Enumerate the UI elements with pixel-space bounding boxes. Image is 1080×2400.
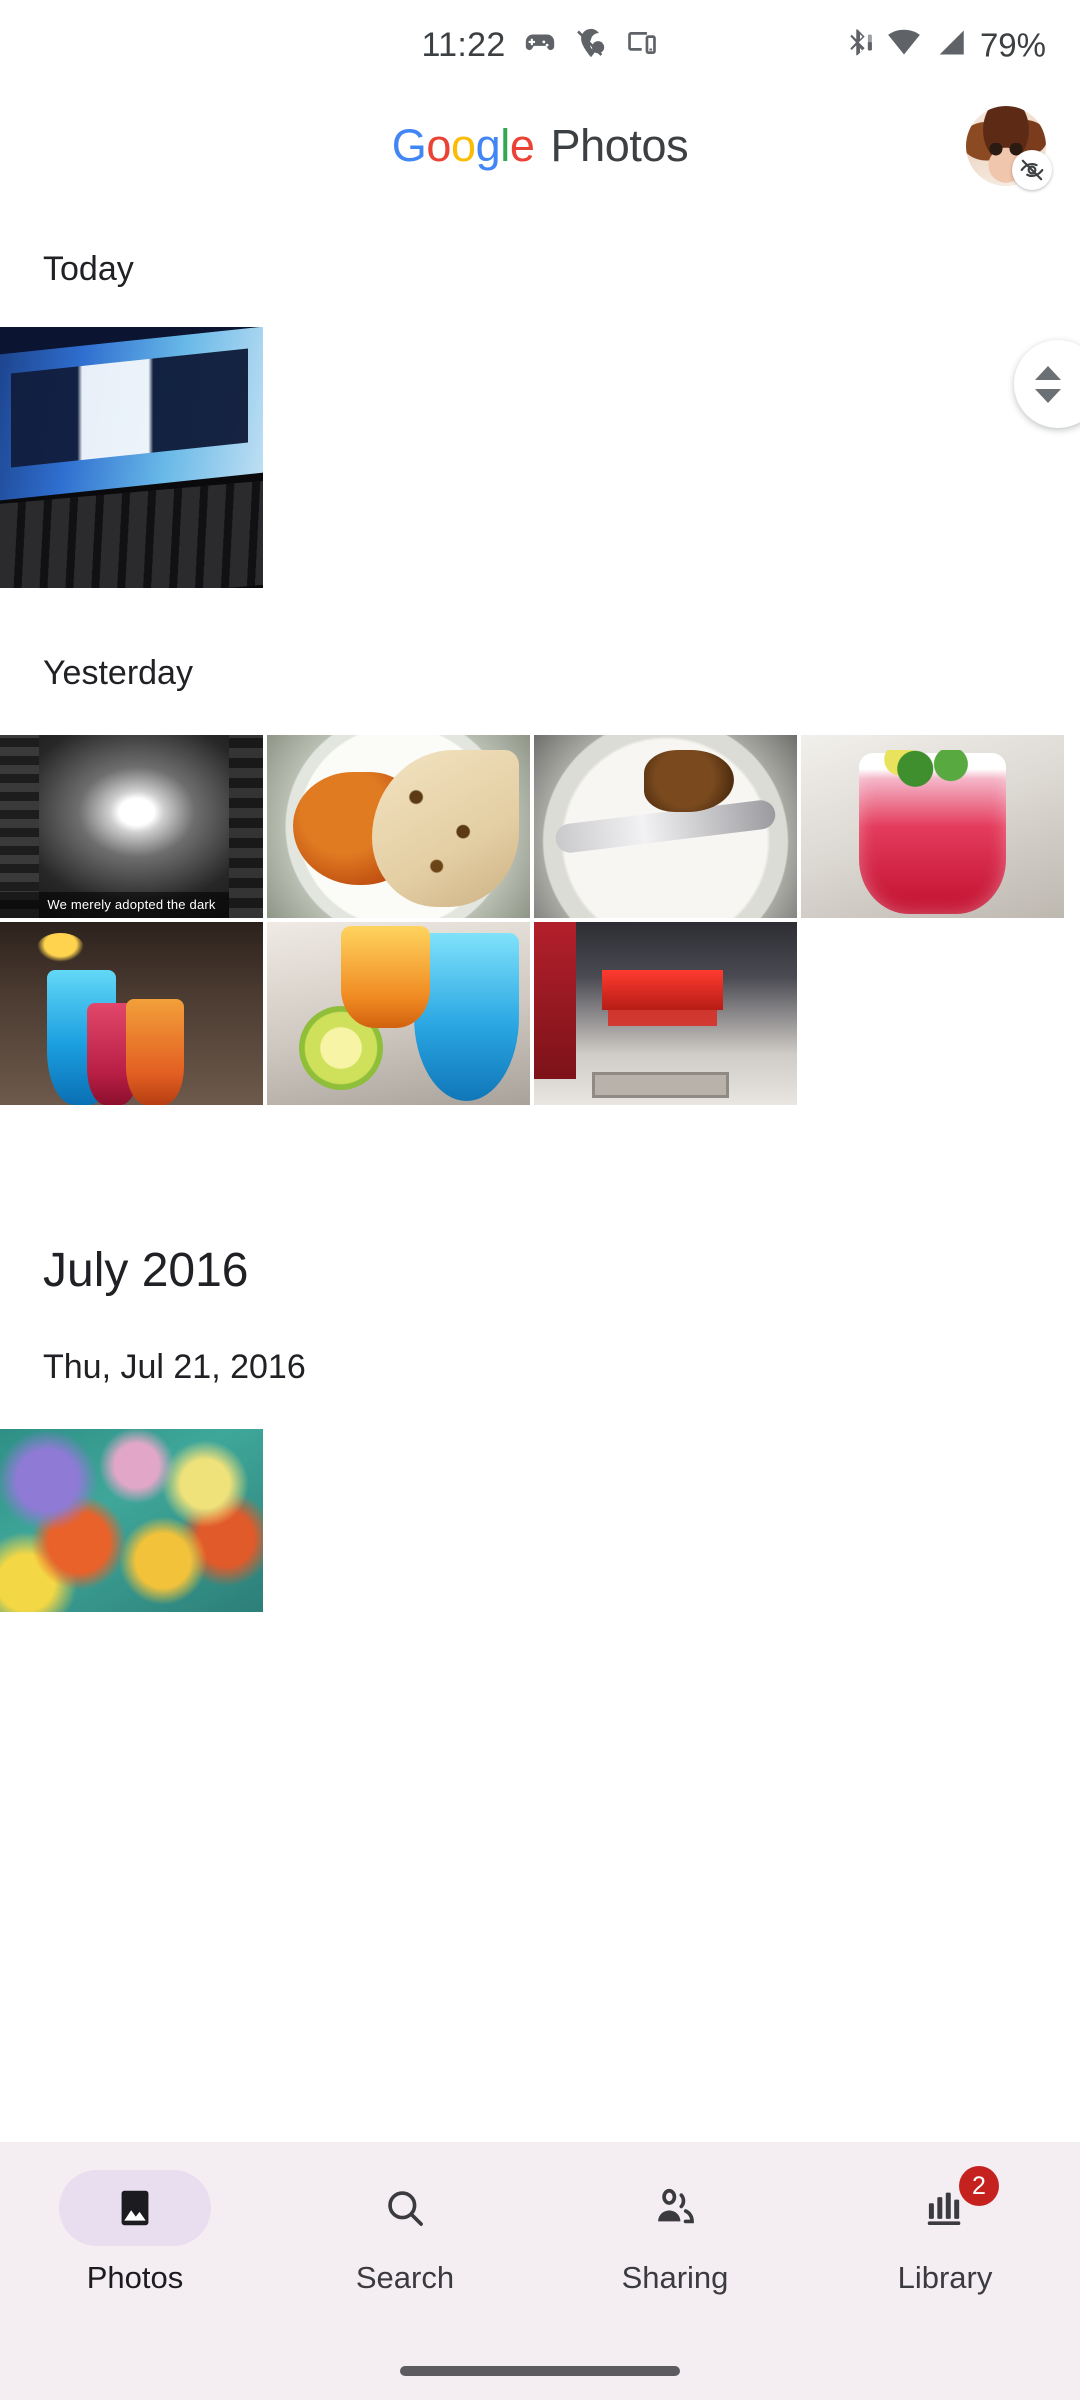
photo-curry-roti-plate[interactable] bbox=[267, 735, 530, 918]
status-bar: 11:22 79% bbox=[0, 0, 1080, 90]
app-name-photos: Photos bbox=[550, 120, 689, 171]
section-header-today: Today bbox=[43, 250, 134, 288]
photo-three-drinks[interactable] bbox=[0, 922, 263, 1105]
battery-percentage: 79% bbox=[979, 26, 1046, 64]
photo-abstract-painting[interactable] bbox=[0, 1429, 263, 1612]
nav-item-photos[interactable]: Photos bbox=[0, 2170, 270, 2296]
status-bar-right: 79% bbox=[842, 26, 1046, 65]
photo-red-mocktail[interactable] bbox=[801, 735, 1064, 918]
bottom-nav-items: Photos Search Sharing 2 Library bbox=[0, 2142, 1080, 2342]
google-wordmark: Google bbox=[392, 120, 535, 172]
backup-off-badge bbox=[1012, 150, 1052, 190]
nav-label-photos: Photos bbox=[86, 2260, 184, 2295]
nav-label-library: Library bbox=[897, 2260, 993, 2295]
photo-detail-keyboard bbox=[0, 480, 263, 588]
photo-detail-floor bbox=[591, 1072, 729, 1098]
photo-dark-corridor[interactable]: We merely adopted the dark bbox=[0, 735, 263, 918]
status-bar-left: 11:22 bbox=[421, 26, 658, 65]
search-icon bbox=[388, 2191, 423, 2226]
photo-grid-july-2016 bbox=[0, 1429, 1080, 1612]
game-controller-icon bbox=[523, 26, 557, 65]
google-letter-e: e bbox=[509, 120, 535, 171]
photo-mall-entrance[interactable] bbox=[534, 922, 797, 1105]
photo-detail-lime bbox=[298, 1006, 383, 1091]
google-letter-o2: o bbox=[451, 120, 476, 171]
bluetooth-icon bbox=[842, 26, 874, 65]
google-letter-g1: G bbox=[391, 120, 427, 171]
chevron-down-icon bbox=[1035, 388, 1061, 403]
nav-item-library[interactable]: 2 Library bbox=[810, 2166, 1080, 2296]
photo-detail-lamp bbox=[36, 932, 85, 963]
status-clock: 11:22 bbox=[421, 26, 506, 64]
account-avatar-button[interactable] bbox=[966, 106, 1052, 190]
wifi-icon bbox=[886, 26, 922, 65]
photo-detail-third-drink bbox=[86, 1002, 140, 1105]
nav-pill-library: 2 bbox=[869, 2166, 1021, 2246]
sharing-icon bbox=[658, 2188, 694, 2224]
photo-colorful-glasses[interactable] bbox=[267, 922, 530, 1105]
library-badge-count: 2 bbox=[959, 2166, 999, 2206]
cast-device-icon bbox=[625, 26, 659, 65]
location-off-icon bbox=[574, 26, 608, 65]
bottom-navigation-bar: Photos Search Sharing 2 Library bbox=[0, 2142, 1080, 2400]
date-header-jul-21-2016: Thu, Jul 21, 2016 bbox=[43, 1348, 306, 1386]
google-letter-g2: g bbox=[475, 120, 501, 171]
google-photos-logo: Google Photos bbox=[392, 120, 689, 172]
nav-pill-search bbox=[329, 2170, 481, 2246]
photos-icon bbox=[121, 2190, 149, 2226]
nav-pill-photos bbox=[59, 2170, 211, 2246]
google-letter-l: l bbox=[500, 120, 510, 171]
section-header-july-2016: July 2016 bbox=[43, 1244, 249, 1297]
app-header: Google Photos bbox=[0, 90, 1080, 202]
photo-laptop-desktop[interactable] bbox=[0, 327, 263, 588]
photos-timeline: Today Yesterday We merely adopted the da… bbox=[0, 250, 1080, 1612]
nav-pill-sharing bbox=[599, 2170, 751, 2246]
nav-item-sharing[interactable]: Sharing bbox=[540, 2170, 810, 2296]
nav-label-sharing: Sharing bbox=[621, 2260, 729, 2295]
chevron-up-icon bbox=[1035, 365, 1061, 380]
photo-caption: We merely adopted the dark bbox=[0, 891, 263, 918]
photo-finished-plate[interactable] bbox=[534, 735, 797, 918]
photo-grid-today bbox=[0, 327, 1080, 588]
nav-label-search: Search bbox=[355, 2260, 455, 2295]
home-gesture-pill[interactable] bbox=[400, 2366, 680, 2376]
photo-grid-yesterday: We merely adopted the dark bbox=[0, 735, 1080, 1105]
gesture-navigation-area bbox=[0, 2342, 1080, 2400]
section-header-yesterday: Yesterday bbox=[43, 654, 193, 692]
google-letter-o1: o bbox=[426, 120, 451, 171]
cellular-signal-icon bbox=[934, 26, 968, 65]
nav-item-search[interactable]: Search bbox=[270, 2170, 540, 2296]
